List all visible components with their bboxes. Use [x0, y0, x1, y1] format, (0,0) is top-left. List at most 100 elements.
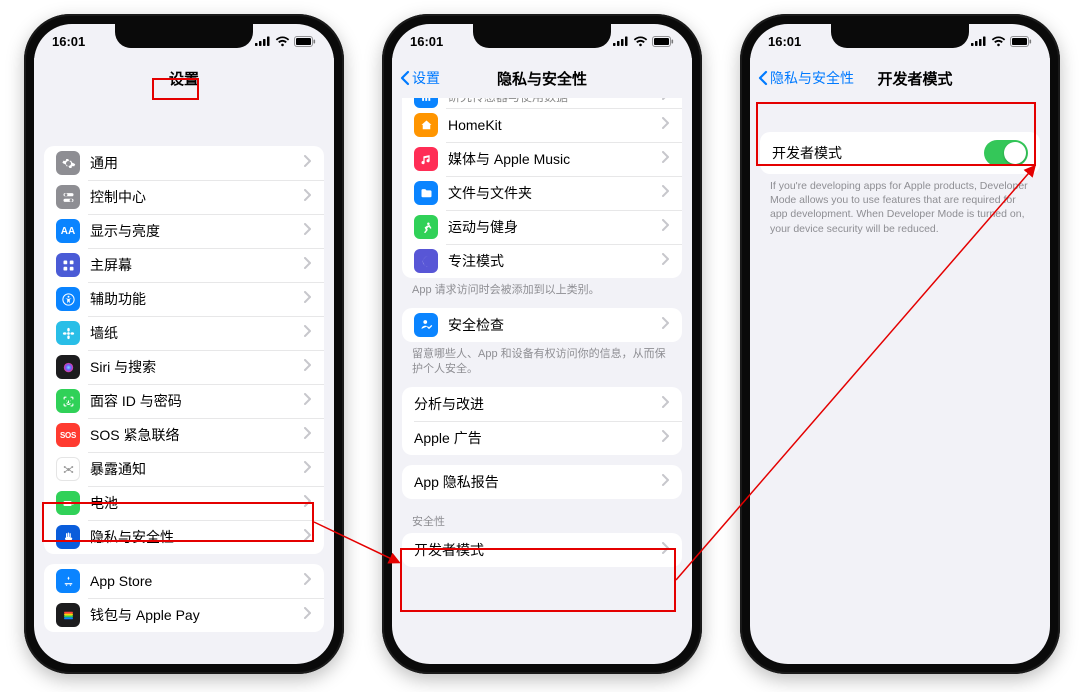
row-analytics[interactable]: 分析与改进	[402, 387, 682, 421]
chevron-right-icon	[304, 188, 312, 206]
row-label: 隐私与安全性	[90, 527, 304, 547]
back-label: 隐私与安全性	[770, 68, 854, 88]
row-exposure[interactable]: 暴露通知	[44, 452, 324, 486]
nav-bar: 设置 隐私与安全性	[392, 58, 692, 98]
moon-icon	[414, 249, 438, 273]
row-files[interactable]: 文件与文件夹	[402, 176, 682, 210]
person-check-icon	[414, 313, 438, 337]
signal-icon	[613, 36, 629, 46]
chevron-right-icon	[662, 218, 670, 236]
flower-icon	[56, 321, 80, 345]
toggle-switch[interactable]	[984, 140, 1028, 166]
chevron-right-icon	[662, 473, 670, 491]
row-appstore[interactable]: App Store	[44, 564, 324, 598]
siri-icon	[56, 355, 80, 379]
chevron-right-icon	[304, 572, 312, 590]
row-label: 显示与亮度	[90, 221, 304, 241]
row-label: 面容 ID 与密码	[90, 391, 304, 411]
nav-title-devmode: 开发者模式	[877, 68, 952, 89]
hand-privacy-icon	[56, 525, 80, 549]
toggles-icon	[56, 185, 80, 209]
wifi-icon	[633, 36, 648, 47]
chevron-right-icon	[304, 426, 312, 444]
chevron-right-icon	[304, 460, 312, 478]
row-privacy[interactable]: 隐私与安全性	[44, 520, 324, 554]
row-controlcenter[interactable]: 控制中心	[44, 180, 324, 214]
notch	[473, 24, 611, 48]
footer-note-1: App 请求访问时会被添加到以上类别。	[392, 278, 692, 298]
chevron-right-icon	[662, 316, 670, 334]
row-label: 控制中心	[90, 187, 304, 207]
chevron-right-icon	[304, 606, 312, 624]
chevron-right-icon	[662, 541, 670, 559]
row-safety-check[interactable]: 安全检查	[402, 308, 682, 342]
row-siri[interactable]: Siri 与搜索	[44, 350, 324, 384]
row-label: 运动与健身	[448, 217, 662, 237]
chevron-right-icon	[662, 98, 670, 105]
row-label: 开发者模式	[414, 540, 662, 560]
battery-icon	[1010, 36, 1032, 47]
faceid-icon	[56, 389, 80, 413]
nav-title-settings: 设置	[169, 68, 199, 89]
row-label: 安全检查	[448, 315, 662, 335]
signal-icon	[971, 36, 987, 46]
row-label: 专注模式	[448, 251, 662, 271]
music-icon	[414, 147, 438, 171]
row-research[interactable]: 研究传感器与使用数据	[402, 98, 682, 108]
section-header-security: 安全性	[392, 499, 692, 533]
battery-icon	[294, 36, 316, 47]
folder-icon	[414, 181, 438, 205]
chevron-right-icon	[662, 252, 670, 270]
row-label: 辅助功能	[90, 289, 304, 309]
row-label: App Store	[90, 573, 304, 589]
row-label: 通用	[90, 153, 304, 173]
status-time: 16:01	[52, 34, 85, 49]
row-wallpaper[interactable]: 墙纸	[44, 316, 324, 350]
chevron-left-icon	[400, 70, 410, 86]
row-accessibility[interactable]: 辅助功能	[44, 282, 324, 316]
chevron-right-icon	[662, 150, 670, 168]
status-time: 16:01	[768, 34, 801, 49]
wifi-icon	[991, 36, 1006, 47]
battery-icon	[652, 36, 674, 47]
row-developer-mode[interactable]: 开发者模式	[402, 533, 682, 567]
footer-note-devmode: If you're developing apps for Apple prod…	[750, 174, 1050, 236]
sos-icon: SOS	[56, 423, 80, 447]
row-homescreen[interactable]: 主屏幕	[44, 248, 324, 282]
row-sos[interactable]: SOS SOS 紧急联络	[44, 418, 324, 452]
wallet-icon	[56, 603, 80, 627]
chevron-right-icon	[662, 395, 670, 413]
chevron-right-icon	[304, 154, 312, 172]
accessibility-icon	[56, 287, 80, 311]
row-label: App 隐私报告	[414, 472, 662, 492]
battery-setting-icon	[56, 491, 80, 515]
chevron-right-icon	[662, 116, 670, 134]
row-display[interactable]: AA 显示与亮度	[44, 214, 324, 248]
row-privacy-report[interactable]: App 隐私报告	[402, 465, 682, 499]
row-homekit[interactable]: HomeKit	[402, 108, 682, 142]
row-general[interactable]: 通用	[44, 146, 324, 180]
row-developer-mode-toggle[interactable]: 开发者模式	[760, 132, 1040, 174]
notch	[115, 24, 253, 48]
chevron-right-icon	[304, 358, 312, 376]
row-battery[interactable]: 电池	[44, 486, 324, 520]
wifi-icon	[275, 36, 290, 47]
home-icon	[414, 113, 438, 137]
row-wallet[interactable]: 钱包与 Apple Pay	[44, 598, 324, 632]
chevron-right-icon	[304, 528, 312, 546]
row-label: 文件与文件夹	[448, 183, 662, 203]
back-button[interactable]: 设置	[398, 58, 442, 98]
row-label: 媒体与 Apple Music	[448, 149, 662, 169]
row-fitness[interactable]: 运动与健身	[402, 210, 682, 244]
signal-icon	[255, 36, 271, 46]
back-button[interactable]: 隐私与安全性	[756, 58, 856, 98]
row-ads[interactable]: Apple 广告	[402, 421, 682, 455]
row-media[interactable]: 媒体与 Apple Music	[402, 142, 682, 176]
exposure-icon	[56, 457, 80, 481]
row-faceid[interactable]: 面容 ID 与密码	[44, 384, 324, 418]
row-label: 主屏幕	[90, 255, 304, 275]
row-label: 钱包与 Apple Pay	[90, 605, 304, 625]
row-focus[interactable]: 专注模式	[402, 244, 682, 278]
chevron-right-icon	[662, 429, 670, 447]
nav-title-privacy: 隐私与安全性	[497, 68, 587, 89]
